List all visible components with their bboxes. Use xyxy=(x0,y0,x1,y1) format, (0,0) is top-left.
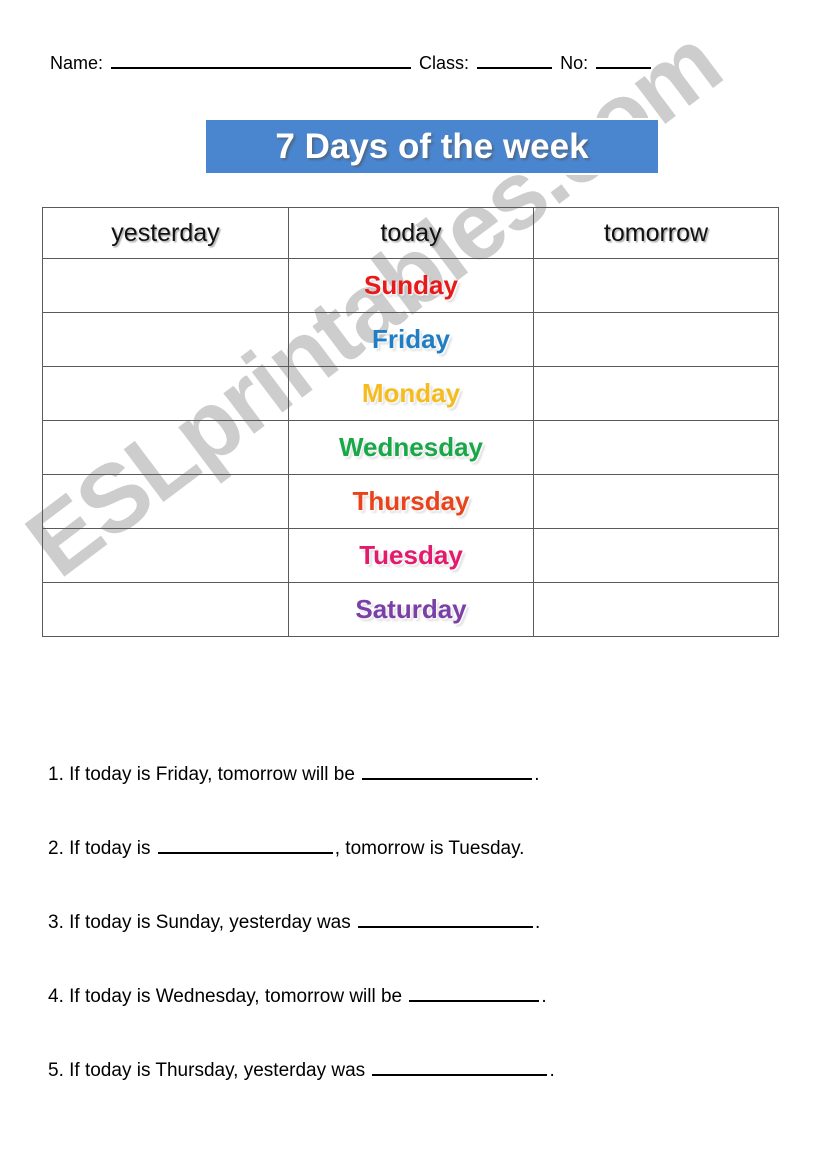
column-header-label: tomorrow xyxy=(603,218,709,247)
cell-tomorrow[interactable] xyxy=(533,474,779,529)
cell-tomorrow[interactable] xyxy=(533,312,779,367)
cell-yesterday[interactable] xyxy=(42,420,289,475)
day-name-label: Friday xyxy=(371,324,451,354)
student-info-line: Name: Class: No: xyxy=(50,52,780,74)
name-label: Name: xyxy=(50,53,104,73)
page-title: 7 Days of the week xyxy=(275,126,589,166)
question-number: 5. xyxy=(48,1060,70,1081)
question-number: 4. xyxy=(48,986,70,1007)
cell-tomorrow[interactable] xyxy=(533,258,779,313)
answer-blank-field[interactable] xyxy=(358,911,534,928)
table-row: Wednesday xyxy=(42,420,779,475)
day-name-label: Tuesday xyxy=(359,540,463,570)
class-label: Class: xyxy=(419,53,470,73)
question-text-before: If today is xyxy=(69,838,156,859)
table-body: Sunday Friday Monday Wednesday Thursday Tuesd… xyxy=(42,258,779,637)
question-text-before: If today is Friday, tomorrow will be xyxy=(69,764,361,785)
day-name-label: Sunday xyxy=(364,270,458,300)
cell-today: Wednesday xyxy=(288,420,534,475)
cell-today: Thursday xyxy=(288,474,534,529)
cell-tomorrow[interactable] xyxy=(533,582,779,637)
question-item: 3. If today is Sunday, yesterday was . xyxy=(48,910,788,984)
name-blank-field[interactable] xyxy=(111,52,412,69)
column-header-label: today xyxy=(380,218,442,247)
cell-yesterday[interactable] xyxy=(42,366,289,421)
day-name-label: Wednesday xyxy=(338,432,483,462)
question-number: 2. xyxy=(48,838,70,859)
worksheet-title-banner: 7 Days of the week xyxy=(204,118,660,175)
cell-yesterday[interactable] xyxy=(42,312,289,367)
question-text-after: . xyxy=(549,1060,555,1081)
question-text-after: , tomorrow is Tuesday. xyxy=(334,838,525,859)
question-text-before: If today is Wednesday, tomorrow will be xyxy=(69,986,408,1007)
column-header-label: yesterday xyxy=(111,218,220,247)
cell-yesterday[interactable] xyxy=(42,474,289,529)
table-header: yesterday today tomorrow xyxy=(42,207,779,259)
question-text-before: If today is Sunday, yesterday was xyxy=(69,912,357,933)
question-item: 1. If today is Friday, tomorrow will be … xyxy=(48,762,788,836)
question-item: 4. If today is Wednesday, tomorrow will … xyxy=(48,984,788,1058)
table-header-row: yesterday today tomorrow xyxy=(42,207,779,259)
cell-yesterday[interactable] xyxy=(42,258,289,313)
question-text-before: If today is Thursday, yesterday was xyxy=(69,1060,371,1081)
day-name-label: Saturday xyxy=(355,594,467,624)
question-text-after: . xyxy=(541,986,547,1007)
question-item: 5. If today is Thursday, yesterday was . xyxy=(48,1058,788,1132)
cell-tomorrow[interactable] xyxy=(533,366,779,421)
question-item: 2. If today is , tomorrow is Tuesday. xyxy=(48,836,788,910)
cell-today: Friday xyxy=(288,312,534,367)
table-row: Friday xyxy=(42,312,779,367)
table-row: Thursday xyxy=(42,474,779,529)
cell-today: Monday xyxy=(288,366,534,421)
question-number: 1. xyxy=(48,764,70,785)
cell-yesterday[interactable] xyxy=(42,582,289,637)
cell-tomorrow[interactable] xyxy=(533,420,779,475)
answer-blank-field[interactable] xyxy=(409,985,540,1002)
table-row: Tuesday xyxy=(42,528,779,583)
table-row: Monday xyxy=(42,366,779,421)
table-row: Sunday xyxy=(42,258,779,313)
class-blank-field[interactable] xyxy=(477,52,553,69)
days-of-week-table: yesterday today tomorrow Sunday Friday Mon… xyxy=(42,207,779,637)
question-text-after: . xyxy=(534,764,540,785)
day-name-label: Thursday xyxy=(352,486,470,516)
column-header-today: today xyxy=(288,207,534,259)
no-label: No: xyxy=(560,53,589,73)
cell-yesterday[interactable] xyxy=(42,528,289,583)
cell-today: Tuesday xyxy=(288,528,534,583)
table-row: Saturday xyxy=(42,582,779,637)
answer-blank-field[interactable] xyxy=(372,1059,548,1076)
question-text-after: . xyxy=(535,912,541,933)
answer-blank-field[interactable] xyxy=(362,763,533,780)
column-header-yesterday: yesterday xyxy=(42,207,289,259)
cell-today: Sunday xyxy=(288,258,534,313)
question-number: 3. xyxy=(48,912,70,933)
answer-blank-field[interactable] xyxy=(157,837,333,854)
cell-today: Saturday xyxy=(288,582,534,637)
column-header-tomorrow: tomorrow xyxy=(533,207,779,259)
no-blank-field[interactable] xyxy=(596,52,652,69)
day-name-label: Monday xyxy=(361,378,461,408)
questions-section: 1. If today is Friday, tomorrow will be … xyxy=(48,762,788,1132)
cell-tomorrow[interactable] xyxy=(533,528,779,583)
